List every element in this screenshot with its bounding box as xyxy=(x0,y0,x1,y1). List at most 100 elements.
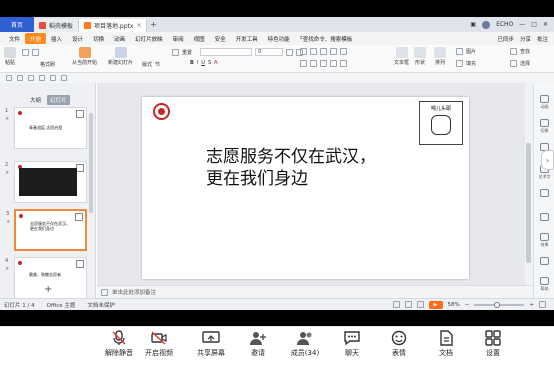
line-spacing-icon[interactable] xyxy=(340,48,347,55)
slide-thumb-1[interactable]: 1 ★ 青春战疫 志愿启程 xyxy=(5,107,87,149)
sidebar-animation[interactable]: 动画 xyxy=(537,95,552,110)
zoom-out-icon[interactable]: − xyxy=(465,302,470,308)
share-button[interactable]: 分享 xyxy=(520,35,531,43)
zoom-slider[interactable] xyxy=(474,301,525,308)
select-button[interactable]: 选择 xyxy=(520,60,530,67)
preview-icon[interactable] xyxy=(39,75,45,81)
indent-icon[interactable] xyxy=(320,48,327,55)
sidebar-help[interactable]: 帮助 xyxy=(537,277,552,292)
zoom-knob[interactable] xyxy=(494,301,501,308)
sidebar-transition[interactable]: 切换 xyxy=(537,119,552,134)
section-button[interactable]: 节 xyxy=(155,61,160,68)
share-screen-button[interactable]: 共享屏幕 xyxy=(186,330,236,358)
minimize-icon[interactable]: — xyxy=(519,21,525,28)
find-button[interactable]: 查找 xyxy=(520,48,530,55)
reset-button[interactable]: 重置 xyxy=(182,49,192,56)
zoom-level[interactable]: 58% xyxy=(448,302,460,308)
font-color-icon[interactable]: A xyxy=(214,60,217,66)
panel-scrollbar[interactable] xyxy=(89,113,93,213)
doc-protect-status[interactable]: 文档未保护 xyxy=(87,301,115,309)
menu-transition[interactable]: 切换 xyxy=(88,33,109,44)
textbox-button[interactable]: 文本框 xyxy=(394,47,409,66)
start-video-button[interactable]: 开启视频 xyxy=(134,330,184,358)
close-icon[interactable]: ✕ xyxy=(543,21,548,28)
distribute-icon[interactable] xyxy=(340,60,347,67)
new-tab-button[interactable]: + xyxy=(147,20,159,29)
sidebar-item[interactable] xyxy=(537,257,552,266)
menu-slideshow[interactable]: 幻灯片放映 xyxy=(130,33,168,44)
export-icon[interactable] xyxy=(17,75,23,81)
notes-bar[interactable]: 单击此处添加备注 xyxy=(97,285,533,298)
menu-devtools[interactable]: 开发工具 xyxy=(231,33,263,44)
comment-button[interactable]: 批注 xyxy=(537,35,548,43)
sidebar-item[interactable] xyxy=(537,189,552,198)
menu-animation[interactable]: 动画 xyxy=(109,33,130,44)
sync-status[interactable]: 已同步 xyxy=(497,35,514,43)
fit-window-icon[interactable] xyxy=(539,301,546,308)
editor-scrollbar[interactable] xyxy=(525,83,533,298)
docs-button[interactable]: 文档 xyxy=(421,330,471,358)
emoji-button[interactable]: 表情 xyxy=(374,330,424,358)
slide-textbox[interactable]: 志愿服务不仅在武汉， 更在我们身边 xyxy=(206,146,376,190)
arrange-button[interactable]: 排列 xyxy=(434,47,446,66)
apps-icon[interactable]: ▣ xyxy=(470,21,476,28)
menu-review[interactable]: 审阅 xyxy=(168,33,189,44)
menu-insert[interactable]: 插入 xyxy=(46,33,67,44)
slide-thumb-3[interactable]: 3 ★ 志愿服务不仅在武汉，更在我们身边 xyxy=(6,209,87,251)
align-left-icon[interactable] xyxy=(300,60,307,67)
fill-button[interactable]: 填充 xyxy=(466,60,476,67)
invite-button[interactable]: 邀请 xyxy=(233,330,283,358)
format-painter[interactable]: 格式刷 xyxy=(40,61,55,68)
menu-file[interactable]: 文件 xyxy=(4,33,25,44)
bold-icon[interactable]: B xyxy=(190,60,194,66)
image-button[interactable]: 图片 xyxy=(466,48,476,55)
members-button[interactable]: 成员(34) xyxy=(280,330,330,358)
strike-icon[interactable]: S xyxy=(208,60,211,66)
grow-font-icon[interactable] xyxy=(286,48,293,56)
italic-icon[interactable]: I xyxy=(197,60,198,66)
normal-view-icon[interactable] xyxy=(392,301,400,308)
settings-button[interactable]: 设置 xyxy=(468,330,518,358)
slide-thumb-2[interactable]: 2 ★ xyxy=(5,161,87,203)
sidebar-effect[interactable]: 效果 xyxy=(537,233,552,248)
reading-view-icon[interactable] xyxy=(416,301,424,308)
align-right-icon[interactable] xyxy=(320,60,327,67)
paste-button[interactable]: 粘贴 xyxy=(4,47,16,66)
zoom-in-icon[interactable]: + xyxy=(529,302,534,308)
align-center-icon[interactable] xyxy=(310,60,317,67)
tab-slides[interactable]: 幻灯片 xyxy=(47,95,70,105)
layout-button[interactable]: 版式 xyxy=(142,61,152,68)
new-slide-button[interactable]: 新建幻灯片 xyxy=(108,47,133,66)
save-icon[interactable] xyxy=(6,75,12,81)
bullets-icon[interactable] xyxy=(300,48,307,55)
close-icon[interactable]: × xyxy=(136,22,141,29)
numbering-icon[interactable] xyxy=(310,48,317,55)
chevron-right-icon[interactable]: › xyxy=(541,150,554,170)
chat-button[interactable]: 聊天 xyxy=(327,330,377,358)
menu-start[interactable]: 开始 xyxy=(25,33,47,44)
sidebar-item[interactable] xyxy=(537,213,552,222)
sorter-view-icon[interactable] xyxy=(404,301,412,308)
menu-features[interactable]: 特色功能 xyxy=(263,33,295,44)
underline-icon[interactable]: U xyxy=(201,60,205,66)
copy-icon[interactable] xyxy=(32,49,39,56)
tab-pptx[interactable]: 项目落地.pptx × xyxy=(79,19,148,32)
font-size-field[interactable]: 0 xyxy=(255,48,283,56)
home-tab[interactable]: 首页 xyxy=(0,17,34,32)
shape-button[interactable]: 形状 xyxy=(414,47,426,66)
avatar[interactable] xyxy=(482,20,491,29)
tab-docer[interactable]: 稻壳模板 xyxy=(34,19,80,32)
justify-icon[interactable] xyxy=(330,60,337,67)
menu-security[interactable]: 安全 xyxy=(210,33,231,44)
print-icon[interactable] xyxy=(28,75,34,81)
tab-outline[interactable]: 大纲 xyxy=(30,96,41,104)
add-slide-button[interactable]: + xyxy=(44,284,52,295)
play-current-button[interactable]: 从当前开始 xyxy=(72,47,97,66)
slideshow-play-button[interactable]: ▶ xyxy=(428,300,443,309)
outdent-icon[interactable] xyxy=(330,48,337,55)
redo-icon[interactable] xyxy=(61,75,67,81)
maximize-icon[interactable]: □ xyxy=(531,21,537,28)
font-name-field[interactable] xyxy=(200,48,252,56)
menu-view[interactable]: 视图 xyxy=(189,33,210,44)
cut-icon[interactable] xyxy=(22,49,29,56)
